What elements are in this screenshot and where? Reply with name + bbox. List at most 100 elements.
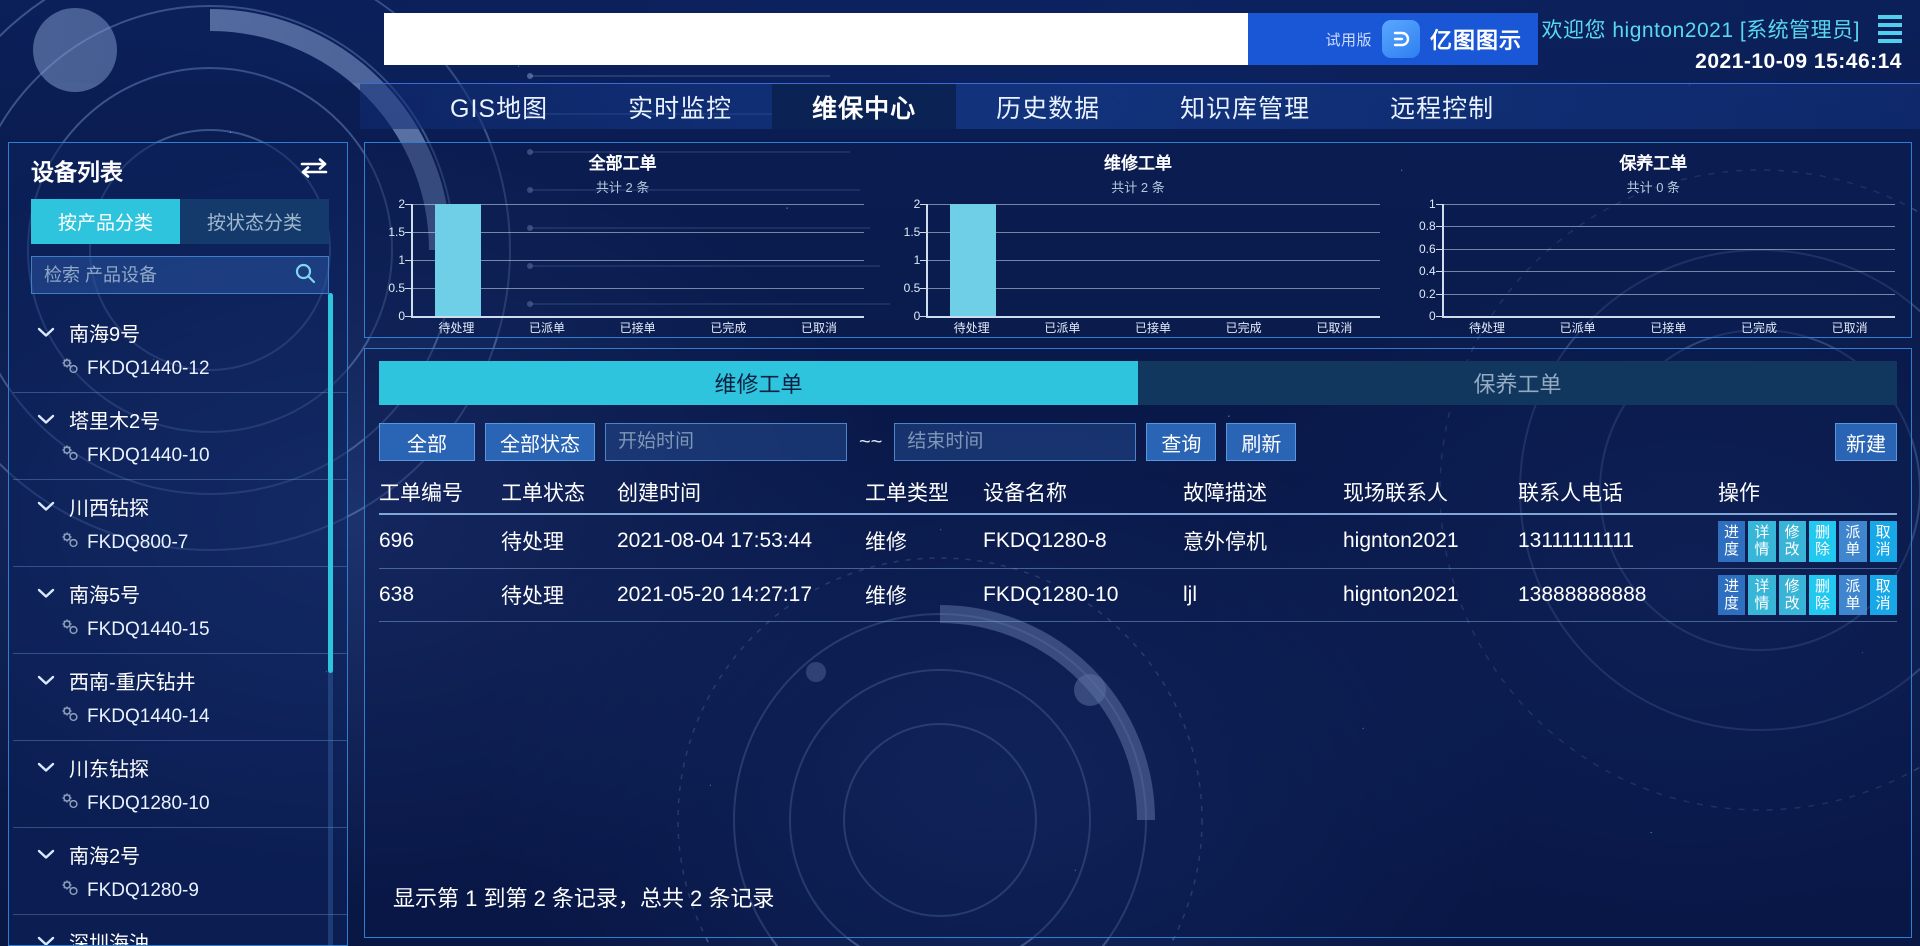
device-group-header[interactable]: 南海2号: [35, 828, 329, 879]
action-button-2[interactable]: 修改: [1779, 575, 1806, 616]
chevron-down-icon[interactable]: [37, 585, 55, 602]
nav-item-gis-map[interactable]: GIS地图: [410, 84, 588, 129]
table-column-header[interactable]: 故障描述: [1183, 477, 1343, 507]
chevron-down-icon[interactable]: [37, 933, 55, 945]
title-plate: [384, 13, 1248, 65]
filter-all-button[interactable]: 全部: [379, 423, 475, 461]
device-list-item[interactable]: FKDQ1280-9: [35, 879, 329, 914]
x-axis-tick-label: 已完成: [1714, 319, 1805, 336]
device-group-label: 深圳海油: [69, 927, 149, 945]
chevron-down-icon[interactable]: [37, 498, 55, 515]
action-button-4[interactable]: 派单: [1839, 521, 1866, 562]
nav-item-realtime-monitor[interactable]: 实时监控: [588, 84, 772, 129]
device-group-header[interactable]: 川东钻探: [35, 741, 329, 792]
nav-item-maintenance-center[interactable]: 维保中心: [772, 84, 956, 129]
bar-slot: [413, 204, 503, 316]
cell-phone: 13888888888: [1518, 583, 1718, 607]
device-list-item[interactable]: FKDQ1440-10: [35, 444, 329, 479]
x-axis-tick-label: 已完成: [1198, 319, 1289, 336]
end-time-field[interactable]: [894, 423, 1136, 461]
new-work-order-button[interactable]: 新建: [1835, 423, 1897, 461]
hamburger-menu-icon[interactable]: [1878, 15, 1902, 43]
action-button-5[interactable]: 取消: [1870, 575, 1897, 616]
chevron-down-icon[interactable]: [37, 672, 55, 689]
chart-subtitle: 共计 0 条: [1406, 177, 1901, 196]
table-column-header[interactable]: 联系人电话: [1518, 477, 1718, 507]
end-time-input[interactable]: [907, 431, 1123, 453]
x-axis-tick-label: 已取消: [774, 319, 865, 336]
chevron-down-icon[interactable]: [37, 759, 55, 776]
x-axis-labels: 待处理已派单已接单已完成已取消: [1442, 319, 1895, 336]
device-list-item[interactable]: FKDQ1440-15: [35, 618, 329, 653]
device-group: 塔里木2号FKDQ1440-10: [13, 392, 347, 479]
bar-slot: [594, 204, 684, 316]
device-group-header[interactable]: 南海5号: [35, 567, 329, 618]
bar[interactable]: [435, 204, 481, 316]
tab-repair-work-order[interactable]: 维修工单: [379, 361, 1138, 405]
search-icon[interactable]: [294, 262, 316, 289]
device-label: FKDQ800-7: [87, 532, 188, 554]
device-group-header[interactable]: 川西钻探: [35, 480, 329, 531]
chart-2: 维修工单共计 2 条00.511.52待处理已派单已接单已完成已取消: [880, 143, 1395, 337]
table-column-header[interactable]: 创建时间: [617, 477, 865, 507]
trial-label: 试用版: [1325, 29, 1372, 50]
action-button-1[interactable]: 详情: [1748, 575, 1775, 616]
action-button-2[interactable]: 修改: [1779, 521, 1806, 562]
table-column-header[interactable]: 工单状态: [501, 477, 617, 507]
sidebar-tab-by-status[interactable]: 按状态分类: [180, 199, 329, 244]
device-group-header[interactable]: 西南-重庆钻井: [35, 654, 329, 705]
bar-slot: [774, 204, 864, 316]
table-column-header[interactable]: 操作: [1718, 477, 1897, 507]
action-button-0[interactable]: 进度: [1718, 521, 1745, 562]
action-button-3[interactable]: 删除: [1809, 575, 1836, 616]
tab-maintenance-work-order[interactable]: 保养工单: [1138, 361, 1897, 405]
table-column-header[interactable]: 工单类型: [865, 477, 983, 507]
chevron-down-icon[interactable]: [37, 324, 55, 341]
sidebar-scrollbar-thumb[interactable]: [328, 293, 333, 673]
device-list-item[interactable]: FKDQ1280-10: [35, 792, 329, 827]
table-row[interactable]: 696待处理2021-08-04 17:53:44维修FKDQ1280-8意外停…: [379, 515, 1897, 569]
device-group-header[interactable]: 塔里木2号: [35, 393, 329, 444]
chevron-down-icon[interactable]: [37, 846, 55, 863]
y-axis-tick-label: 0.8: [1419, 219, 1436, 233]
y-axis-tick-label: 1: [1429, 197, 1436, 211]
device-list-item[interactable]: FKDQ800-7: [35, 531, 329, 566]
start-time-input[interactable]: [618, 431, 834, 453]
start-time-field[interactable]: [605, 423, 847, 461]
device-search-input[interactable]: [44, 265, 286, 286]
action-button-5[interactable]: 取消: [1870, 521, 1897, 562]
action-button-3[interactable]: 删除: [1809, 521, 1836, 562]
device-group-label: 西南-重庆钻井: [69, 666, 196, 695]
device-list-item[interactable]: FKDQ1440-12: [35, 357, 329, 392]
nav-item-knowledge-base[interactable]: 知识库管理: [1140, 84, 1350, 129]
chart-subtitle: 共计 2 条: [375, 177, 870, 196]
filter-status-button[interactable]: 全部状态: [485, 423, 595, 461]
refresh-button[interactable]: 刷新: [1226, 423, 1296, 461]
device-tree[interactable]: 南海9号FKDQ1440-12塔里木2号FKDQ1440-10川西钻探FKDQ8…: [9, 306, 347, 945]
table-column-header[interactable]: 工单编号: [379, 477, 501, 507]
table-column-header[interactable]: 设备名称: [983, 477, 1183, 507]
y-axis-tick-label: 0.4: [1419, 264, 1436, 278]
sidebar-tab-by-product[interactable]: 按产品分类: [31, 199, 180, 244]
nav-item-remote-control[interactable]: 远程控制: [1350, 84, 1534, 129]
action-button-1[interactable]: 详情: [1748, 521, 1775, 562]
device-label: FKDQ1280-9: [87, 880, 199, 902]
device-group-header[interactable]: 南海9号: [35, 306, 329, 357]
swap-arrows-icon[interactable]: [299, 157, 329, 184]
device-gear-icon: [61, 879, 79, 902]
query-button[interactable]: 查询: [1146, 423, 1216, 461]
table-column-header[interactable]: 现场联系人: [1343, 477, 1518, 507]
table-row[interactable]: 638待处理2021-05-20 14:27:17维修FKDQ1280-10lj…: [379, 569, 1897, 623]
chevron-down-icon[interactable]: [37, 411, 55, 428]
application-root: 试用版 亿图图示 欢迎您 hignton2021 [系统管理员] 2021-10…: [0, 0, 1920, 946]
device-search-box[interactable]: [31, 256, 329, 294]
nav-item-history-data[interactable]: 历史数据: [956, 84, 1140, 129]
cell-status: 待处理: [501, 526, 617, 556]
action-button-4[interactable]: 派单: [1839, 575, 1866, 616]
bar[interactable]: [950, 204, 996, 316]
pagination-summary: 显示第 1 到第 2 条记录，总共 2 条记录: [393, 881, 774, 913]
device-group-header[interactable]: 深圳海油: [35, 915, 329, 945]
x-axis-tick-label: 已取消: [1804, 319, 1895, 336]
device-list-item[interactable]: FKDQ1440-14: [35, 705, 329, 740]
action-button-0[interactable]: 进度: [1718, 575, 1745, 616]
